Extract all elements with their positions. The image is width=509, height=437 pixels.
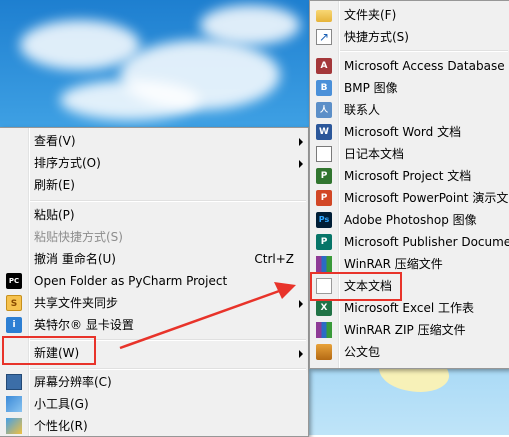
highlight-box-text-document <box>310 272 402 301</box>
menu-item-shortcut: Ctrl+Z <box>254 252 294 266</box>
menu-item-label: WinRAR ZIP 压缩文件 <box>344 323 466 337</box>
shared-folder-icon: S <box>6 295 22 311</box>
menu-item-label: Microsoft Publisher Docume <box>344 235 509 249</box>
submenu-arrow-icon <box>299 350 303 358</box>
new-item-word[interactable]: W Microsoft Word 文档 <box>310 121 509 143</box>
menu-item-label: Microsoft Word 文档 <box>344 125 462 139</box>
excel-icon: X <box>316 300 332 316</box>
menu-item-label: 日记本文档 <box>344 147 405 161</box>
new-item-bmp[interactable]: B BMP 图像 <box>310 77 509 99</box>
menu-item-label: 刷新(E) <box>34 178 75 192</box>
shortcut-icon <box>316 26 332 48</box>
gadgets-icon <box>6 396 22 412</box>
highlight-box-new <box>2 336 96 365</box>
new-item-powerpoint[interactable]: P Microsoft PowerPoint 演示文 <box>310 187 509 209</box>
pycharm-icon: PC <box>6 273 22 289</box>
winrar-icon <box>316 256 332 272</box>
menu-item-label: 文件夹(F) <box>344 8 397 22</box>
menu-item-label: 共享文件夹同步 <box>34 296 119 310</box>
winrar-zip-icon <box>316 322 332 338</box>
new-item-folder[interactable]: 文件夹(F) <box>310 4 509 26</box>
menu-item-undo-rename[interactable]: 撤消 重命名(U) Ctrl+Z <box>0 248 308 270</box>
menu-item-label: 小工具(G) <box>34 397 89 411</box>
bmp-icon: B <box>316 80 332 96</box>
menu-item-label: Microsoft PowerPoint 演示文 <box>344 191 509 205</box>
menu-item-gadgets[interactable]: 小工具(G) <box>0 393 308 415</box>
word-icon: W <box>316 124 332 140</box>
menu-item-paste-shortcut: 粘贴快捷方式(S) <box>0 226 308 248</box>
submenu-arrow-icon <box>299 138 303 146</box>
menu-item-label: 个性化(R) <box>34 419 88 433</box>
menu-item-label: 撤消 重命名(U) <box>34 252 116 266</box>
menu-item-view[interactable]: 查看(V) <box>0 130 308 152</box>
menu-item-label: Adobe Photoshop 图像 <box>344 213 477 227</box>
personalize-icon <box>6 418 22 434</box>
menu-item-paste[interactable]: 粘贴(P) <box>0 204 308 226</box>
menu-item-label: 联系人 <box>344 103 381 117</box>
project-icon: P <box>316 168 332 184</box>
menu-item-shared-folder-sync[interactable]: S 共享文件夹同步 <box>0 292 308 314</box>
submenu-arrow-icon <box>299 300 303 308</box>
intel-graphics-icon: i <box>6 317 22 333</box>
menu-item-label: 屏幕分辨率(C) <box>34 375 112 389</box>
briefcase-icon <box>316 344 332 360</box>
powerpoint-icon: P <box>316 190 332 206</box>
submenu-arrow-icon <box>299 160 303 168</box>
publisher-icon: P <box>316 234 332 250</box>
folder-icon <box>316 10 332 22</box>
menu-item-intel-graphics[interactable]: i 英特尔® 显卡设置 <box>0 314 308 336</box>
screen-resolution-icon <box>6 374 22 390</box>
new-submenu: 文件夹(F) 快捷方式(S) A Microsoft Access Databa… <box>309 0 509 369</box>
new-item-briefcase[interactable]: 公文包 <box>310 341 509 363</box>
desktop-context-menu: 查看(V) 排序方式(O) 刷新(E) 粘贴(P) 粘贴快捷方式(S) 撤消 重… <box>0 127 309 437</box>
journal-icon <box>316 146 332 162</box>
new-item-shortcut[interactable]: 快捷方式(S) <box>310 26 509 48</box>
menu-item-label: Microsoft Access Database <box>344 59 505 73</box>
contact-icon: 人 <box>316 102 332 118</box>
menu-item-label: 查看(V) <box>34 134 76 148</box>
menu-separator <box>30 200 306 202</box>
menu-item-refresh[interactable]: 刷新(E) <box>0 174 308 196</box>
new-item-winrar-zip[interactable]: WinRAR ZIP 压缩文件 <box>310 319 509 341</box>
new-item-journal[interactable]: 日记本文档 <box>310 143 509 165</box>
menu-item-personalize[interactable]: 个性化(R) <box>0 415 308 437</box>
photoshop-icon: Ps <box>316 212 332 228</box>
new-item-contact[interactable]: 人 联系人 <box>310 99 509 121</box>
menu-item-label: 粘贴(P) <box>34 208 75 222</box>
menu-item-label: 英特尔® 显卡设置 <box>34 318 134 332</box>
access-icon: A <box>316 58 332 74</box>
menu-item-label: Open Folder as PyCharm Project <box>34 274 228 288</box>
menu-item-label: 公文包 <box>344 345 381 359</box>
menu-separator <box>30 368 306 370</box>
menu-item-label: Microsoft Project 文档 <box>344 169 472 183</box>
menu-item-label: 粘贴快捷方式(S) <box>34 230 123 244</box>
new-item-access[interactable]: A Microsoft Access Database <box>310 55 509 77</box>
new-item-project[interactable]: P Microsoft Project 文档 <box>310 165 509 187</box>
new-item-photoshop[interactable]: Ps Adobe Photoshop 图像 <box>310 209 509 231</box>
menu-item-open-pycharm[interactable]: PC Open Folder as PyCharm Project <box>0 270 308 292</box>
menu-item-label: 排序方式(O) <box>34 156 101 170</box>
menu-separator <box>340 50 508 52</box>
menu-item-sort-by[interactable]: 排序方式(O) <box>0 152 308 174</box>
menu-item-label: BMP 图像 <box>344 81 398 95</box>
new-item-publisher[interactable]: P Microsoft Publisher Docume <box>310 231 509 253</box>
menu-item-screen-resolution[interactable]: 屏幕分辨率(C) <box>0 371 308 393</box>
menu-item-label: 快捷方式(S) <box>344 30 409 44</box>
